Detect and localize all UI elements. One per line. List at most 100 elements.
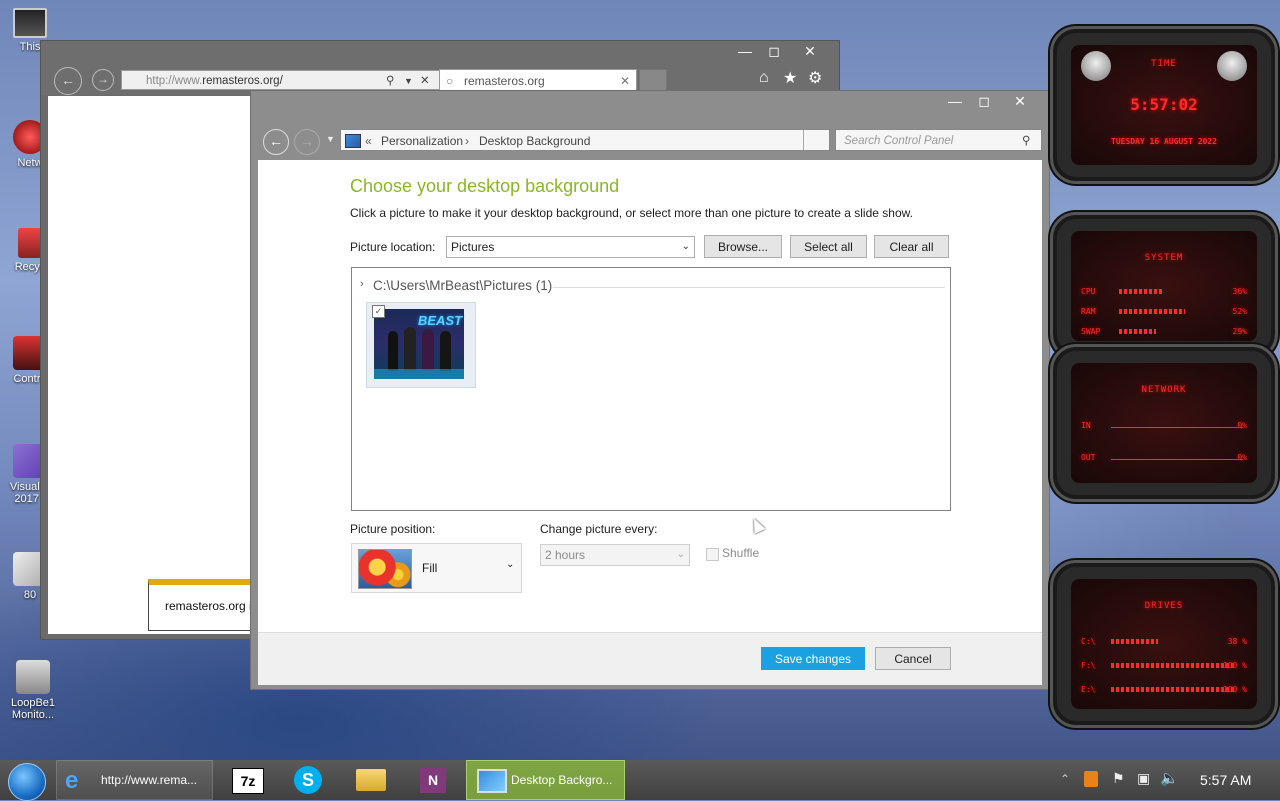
- maximize-icon[interactable]: ◻: [762, 43, 786, 60]
- figure-shape: [440, 331, 451, 371]
- browse-button[interactable]: Browse...: [704, 235, 782, 258]
- action-center-flag-icon[interactable]: ⚑: [1112, 770, 1125, 787]
- forward-arrow-icon[interactable]: →: [294, 129, 320, 155]
- taskbar-desktop-background-button[interactable]: Desktop Backgro...: [466, 760, 625, 800]
- breadcrumb[interactable]: « Personalization › Desktop Background: [340, 129, 830, 151]
- ram-bar-fill: [1119, 309, 1185, 314]
- desktop-icon-label: Netw: [17, 157, 43, 169]
- picture-position-preview: [358, 549, 412, 589]
- system-gadget[interactable]: SYSTEM CPU 36% RAM 52% SWAP 29%: [1050, 212, 1278, 360]
- cancel-button[interactable]: Cancel: [875, 647, 951, 670]
- address-bar[interactable]: http://www.remasteros.org/ ⚲ ▼ ✕: [121, 70, 473, 90]
- folder-group-header[interactable]: C:\Users\MrBeast\Pictures (1): [373, 278, 552, 293]
- back-arrow-icon[interactable]: ←: [54, 67, 82, 95]
- drive-f-label: F:\: [1081, 661, 1096, 670]
- forward-arrow-icon[interactable]: →: [92, 69, 114, 91]
- group-expand-chevron-icon[interactable]: ›: [360, 278, 364, 290]
- change-picture-label: Change picture every:: [540, 522, 658, 536]
- browser-tab[interactable]: ○ remasteros.org ✕: [439, 69, 637, 91]
- swap-bar: [1119, 329, 1245, 334]
- chevron-down-icon[interactable]: ▼: [404, 71, 413, 91]
- taskbar-explorer-button[interactable]: [346, 760, 398, 800]
- select-all-button[interactable]: Select all: [790, 235, 867, 258]
- content-area: Choose your desktop background Click a p…: [258, 160, 1042, 685]
- page-description: Click a picture to make it your desktop …: [350, 206, 913, 220]
- swap-bar-fill: [1119, 329, 1156, 334]
- picture-position-select[interactable]: Fill ⌄: [351, 543, 522, 593]
- time-gadget-screen: TIME 5:57:02 TUESDAY 16 AUGUST 2022: [1071, 45, 1257, 165]
- picture-list[interactable]: › C:\Users\MrBeast\Pictures (1) BEAST ✓: [351, 267, 951, 511]
- figure-shape: [422, 329, 434, 371]
- network-gadget[interactable]: NETWORK IN 0% OUT 0%: [1050, 344, 1278, 502]
- clear-all-button[interactable]: Clear all: [874, 235, 949, 258]
- network-out-graph: [1111, 459, 1243, 460]
- favorites-star-icon[interactable]: ★: [783, 68, 797, 88]
- dialog-footer: Save changes Cancel: [258, 632, 1042, 685]
- desktop-icon-label: This: [19, 41, 41, 53]
- breadcrumb-personalization[interactable]: Personalization: [381, 130, 463, 152]
- drives-gadget[interactable]: DRIVES C:\ 38 % F:\ 100 % E:\ 100 %: [1050, 560, 1278, 728]
- recent-pages-chevron-icon[interactable]: ▼: [326, 134, 335, 144]
- drives-gadget-screen: DRIVES C:\ 38 % F:\ 100 % E:\ 100 %: [1071, 579, 1257, 709]
- cpu-value: 36%: [1232, 287, 1247, 296]
- taskbar-ie-button[interactable]: e http://www.rema...: [56, 760, 213, 800]
- taskbar-onenote-button[interactable]: N: [408, 760, 460, 800]
- picture-checkbox[interactable]: ✓: [372, 305, 385, 318]
- breadcrumb-overflow-icon[interactable]: «: [365, 130, 372, 152]
- close-icon[interactable]: ✕: [798, 43, 822, 60]
- taskbar-7zip-button[interactable]: 7z: [222, 760, 274, 800]
- back-arrow-icon[interactable]: ←: [263, 129, 289, 155]
- page-title: Choose your desktop background: [350, 176, 620, 196]
- notification-bar[interactable]: remasteros.org i: [148, 579, 258, 631]
- network-gadget-screen: NETWORK IN 0% OUT 0%: [1071, 363, 1257, 483]
- minimize-icon[interactable]: —: [943, 93, 967, 109]
- change-picture-interval-select[interactable]: 2 hours ⌄: [540, 544, 690, 566]
- shuffle-checkbox[interactable]: [706, 548, 719, 561]
- breadcrumb-separator-icon[interactable]: ›: [465, 130, 469, 152]
- 7zip-icon: 7z: [232, 768, 264, 794]
- swap-label: SWAP: [1081, 327, 1101, 336]
- save-changes-button[interactable]: Save changes: [761, 647, 865, 670]
- drive-e-bar: [1111, 687, 1235, 692]
- close-icon[interactable]: ✕: [1008, 93, 1032, 110]
- picture-thumbnail-tile[interactable]: BEAST ✓: [366, 302, 476, 388]
- minimize-icon[interactable]: —: [733, 43, 757, 59]
- address-dropdown-button[interactable]: [803, 130, 830, 150]
- cpu-label: CPU: [1081, 287, 1096, 296]
- search-placeholder: Search Control Panel: [844, 135, 954, 147]
- stop-icon[interactable]: ✕: [420, 71, 430, 91]
- chevron-down-icon: ⌄: [506, 559, 515, 570]
- settings-gear-icon[interactable]: ⚙: [808, 68, 822, 88]
- drives-gadget-title: DRIVES: [1144, 601, 1184, 611]
- breadcrumb-desktop-background[interactable]: Desktop Background: [479, 130, 590, 152]
- change-picture-interval-value: 2 hours: [545, 548, 586, 562]
- volume-icon[interactable]: 🔈: [1160, 769, 1179, 787]
- taskbar-clock[interactable]: 5:57 AM: [1200, 772, 1251, 788]
- maximize-icon[interactable]: ◻: [972, 93, 996, 110]
- figure-shape: [388, 331, 398, 371]
- time-gadget-title: TIME: [1151, 59, 1177, 69]
- taskbar-active-label: Desktop Backgro...: [511, 773, 613, 787]
- taskbar-skype-button[interactable]: S: [284, 760, 336, 800]
- tab-close-icon[interactable]: ✕: [620, 70, 630, 92]
- network-in-value: 0%: [1237, 421, 1247, 430]
- tray-app-icon[interactable]: [1084, 771, 1098, 787]
- figure-shape: [404, 327, 416, 371]
- drive-c-bar-fill: [1111, 639, 1159, 644]
- search-input[interactable]: Search Control Panel ⚲: [835, 129, 1042, 151]
- search-icon[interactable]: ⚲: [386, 71, 394, 91]
- home-icon[interactable]: ⌂: [759, 69, 769, 87]
- cpu-bar-fill: [1119, 289, 1165, 294]
- drive-e-bar-fill: [1111, 687, 1235, 692]
- browser-content: [48, 96, 251, 634]
- network-in-graph: [1111, 427, 1243, 428]
- picture-location-select[interactable]: Pictures ⌄: [446, 236, 695, 258]
- search-icon[interactable]: ⚲: [1022, 130, 1030, 152]
- start-button[interactable]: [8, 763, 46, 801]
- desktop-icon-loopbe1[interactable]: LoopBe1 Monito...: [4, 660, 62, 721]
- network-tray-icon[interactable]: ▣: [1137, 770, 1150, 787]
- time-gadget[interactable]: TIME 5:57:02 TUESDAY 16 AUGUST 2022: [1050, 26, 1278, 184]
- address-prefix: http://www.: [146, 75, 203, 87]
- show-hidden-icons-chevron-icon[interactable]: ⌃: [1060, 772, 1070, 786]
- ram-label: RAM: [1081, 307, 1096, 316]
